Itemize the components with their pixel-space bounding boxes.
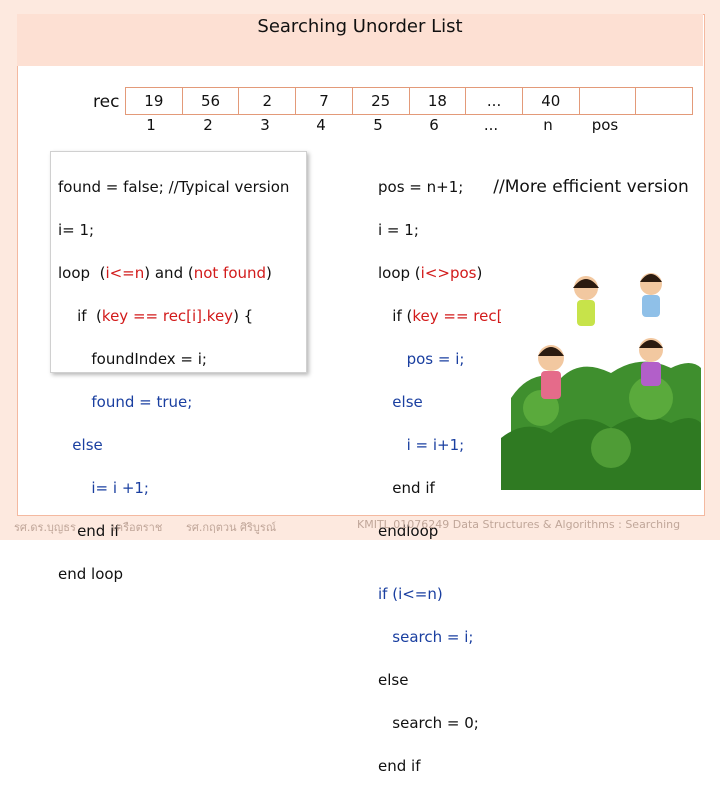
array-label: rec xyxy=(93,92,120,112)
code-line: found = false; //Typical version xyxy=(58,177,290,196)
code-line: loop (i<=n) and (not found) xyxy=(58,263,272,282)
code-line: search = 0; xyxy=(378,713,479,732)
code-line: end loop xyxy=(58,564,124,583)
code-line: i= i +1; xyxy=(58,478,149,497)
code-line: end if xyxy=(378,756,421,775)
array-index: 5 xyxy=(373,116,383,134)
array-cell: 2 xyxy=(239,88,297,114)
array-cell: 25 xyxy=(353,88,410,114)
footer-course: KMITL 01076249 Data Structures & Algorit… xyxy=(357,518,681,531)
array-cell xyxy=(636,88,692,114)
array-cell: 56 xyxy=(183,88,240,114)
array-cell: ... xyxy=(466,88,523,114)
array-cell: 7 xyxy=(296,88,353,114)
array-index: 3 xyxy=(260,116,270,134)
code-line: i= 1; xyxy=(58,220,95,239)
array-index: ... xyxy=(483,116,499,134)
code-line: i = 1; xyxy=(378,220,419,239)
array-index: 4 xyxy=(316,116,326,134)
efficient-version-comment: //More efficient version xyxy=(493,176,689,197)
code-line: found = true; xyxy=(58,392,193,411)
code-line: search = i; xyxy=(378,627,474,646)
code-line: else xyxy=(58,435,103,454)
slide-title: Searching Unorder List xyxy=(257,16,463,37)
footer-author-1: รศ.ดร.บุญธร xyxy=(14,521,76,534)
array-index: 1 xyxy=(146,116,156,134)
array-cell: 18 xyxy=(410,88,467,114)
typical-version-code: found = false; //Typical version i= 1; l… xyxy=(58,155,289,607)
array-index: 6 xyxy=(429,116,439,134)
code-line: else xyxy=(378,670,409,689)
code-line: pos = n+1;//More efficient version xyxy=(378,176,689,197)
array-index: 2 xyxy=(203,116,213,134)
array-cell: 40 xyxy=(523,88,580,114)
footer-author-2: รศ.กฤตวน ศิริบูรณ์ xyxy=(186,521,277,534)
array-index: pos xyxy=(591,116,619,134)
footer-author-1-surname: เครือตราช xyxy=(112,521,163,534)
code-line: foundIndex = i; xyxy=(58,349,207,368)
array-cell: 19 xyxy=(126,88,183,114)
code-line: if (key == rec[i].key) { xyxy=(58,306,254,325)
array-index: n xyxy=(543,116,553,134)
hide-and-seek-illustration xyxy=(501,258,701,490)
code-line: if (i<=n) xyxy=(378,584,443,603)
array-cell xyxy=(580,88,637,114)
array-table: 19 56 2 7 25 18 ... 40 xyxy=(125,87,693,115)
